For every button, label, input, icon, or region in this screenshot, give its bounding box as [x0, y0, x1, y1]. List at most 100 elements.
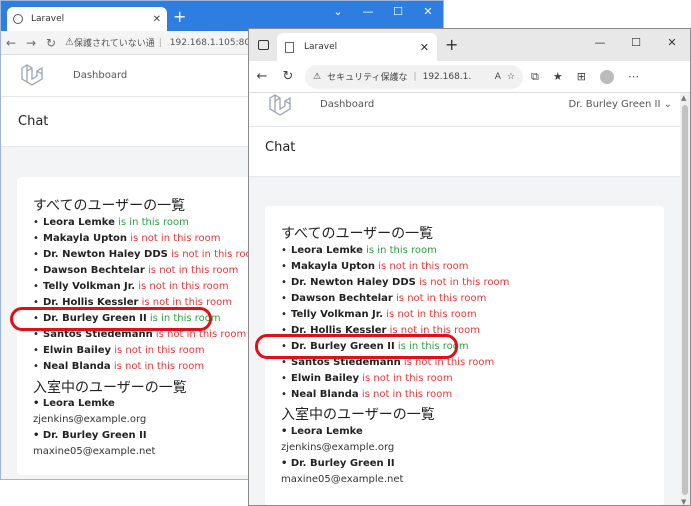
- room-status: is not in this room: [362, 373, 453, 384]
- front-url-box[interactable]: ⚠ セキュリティ保護な | 192.168.1. A ☆: [305, 64, 523, 89]
- profile-avatar[interactable]: [599, 69, 614, 84]
- user-name: Dawson Bechtelar: [43, 265, 145, 276]
- extensions-icon[interactable]: ⧉: [531, 70, 539, 84]
- add-favorite-icon[interactable]: ☆: [507, 72, 515, 82]
- read-aloud-icon[interactable]: A: [495, 72, 501, 82]
- front-app-navbar: Dashboard Dr. Burley Green II ⌄: [249, 93, 682, 127]
- dashboard-link[interactable]: Dashboard: [73, 70, 127, 81]
- front-address-bar: ← ↻ ⚠ セキュリティ保護な | 192.168.1. A ☆ ⧉ ★ ⊞ ⋯: [249, 61, 690, 93]
- vertical-scrollbar[interactable]: ▲ ▼: [680, 93, 690, 505]
- back-window-controls: ⌄ — ☐ ✕: [323, 1, 443, 23]
- page-icon: [285, 41, 294, 53]
- room-status: is in this room: [366, 245, 437, 256]
- members-heading: 入室中のユーザーの一覧: [33, 380, 187, 396]
- maximize-button[interactable]: ☐: [618, 29, 654, 57]
- user-menu-dropdown[interactable]: Dr. Burley Green II ⌄: [568, 99, 672, 110]
- user-list-item: Leora Lemke is in this room: [33, 215, 261, 231]
- chevron-down-icon[interactable]: ⌄: [323, 1, 353, 23]
- users-heading: すべてのユーザーの一覧: [33, 198, 186, 214]
- user-menu-label: Dr. Burley Green II: [568, 99, 661, 110]
- front-tab-title: Laravel: [304, 42, 338, 52]
- user-name: Elwin Bailey: [43, 345, 112, 356]
- forward-arrow-icon[interactable]: →: [21, 36, 41, 50]
- user-list-item: Makayla Upton is not in this room: [33, 231, 261, 247]
- user-list-item: Neal Blanda is not in this room: [33, 359, 261, 375]
- maximize-button[interactable]: ☐: [383, 1, 413, 23]
- user-list-item: Dawson Bechtelar is not in this room: [281, 291, 509, 307]
- room-status: is not in this room: [419, 277, 510, 288]
- reload-icon[interactable]: ↻: [41, 36, 61, 50]
- new-tab-button[interactable]: +: [445, 35, 458, 54]
- user-list-item: Elwin Bailey is not in this room: [33, 343, 261, 359]
- minimize-button[interactable]: —: [582, 29, 618, 57]
- room-status: is not in this room: [378, 261, 469, 272]
- user-list-item: Dr. Newton Haley DDS is not in this room: [281, 275, 509, 291]
- more-menu-icon[interactable]: ⋯: [628, 70, 639, 84]
- highlight-ellipse: [10, 307, 212, 331]
- member-email: maxine05@example.net: [281, 474, 404, 485]
- user-list-item: Telly Volkman Jr. is not in this room: [33, 279, 261, 295]
- reload-icon[interactable]: ↻: [275, 69, 301, 84]
- room-status: is in this room: [118, 217, 189, 228]
- warning-icon[interactable]: ⚠: [313, 72, 321, 82]
- user-name: Dr. Newton Haley DDS: [43, 249, 168, 260]
- back-insecure-label: 保護されていない通: [73, 39, 155, 49]
- user-name: Dawson Bechtelar: [291, 293, 393, 304]
- close-window-button[interactable]: ✕: [654, 29, 690, 57]
- members-list: Leora Lemke zjenkins@example.org Dr. Burle…: [33, 396, 155, 460]
- front-browser-tab[interactable]: Laravel ✕: [277, 33, 437, 61]
- favorites-icon[interactable]: ★: [553, 70, 563, 84]
- member-name: Leora Lemke: [281, 424, 403, 440]
- user-list-item: Makayla Upton is not in this room: [281, 259, 509, 275]
- room-status: is not in this room: [113, 361, 205, 372]
- tab-actions-icon[interactable]: [258, 40, 269, 50]
- room-status: is not in this room: [396, 293, 487, 304]
- user-name: Neal Blanda: [43, 361, 111, 372]
- scrollbar-thumb[interactable]: [682, 105, 688, 495]
- back-arrow-icon[interactable]: ←: [1, 36, 21, 50]
- members-list: Leora Lemke zjenkins@example.org Dr. Burle…: [281, 424, 403, 488]
- user-list-item: Dawson Bechtelar is not in this room: [33, 263, 261, 279]
- room-status: is not in this room: [114, 345, 205, 356]
- room-status: is not in this room: [361, 389, 453, 400]
- user-name: Makayla Upton: [43, 233, 128, 244]
- scroll-down-icon[interactable]: ▼: [681, 498, 686, 505]
- room-status: is not in this room: [138, 281, 229, 292]
- laravel-logo-icon[interactable]: [267, 93, 293, 119]
- member-email: maxine05@example.net: [33, 446, 156, 457]
- member-name: Dr. Burley Green II: [281, 456, 403, 472]
- page-title: Chat: [18, 114, 49, 129]
- user-list-item: Elwin Bailey is not in this room: [281, 371, 509, 387]
- close-window-button[interactable]: ✕: [413, 1, 443, 23]
- warning-icon[interactable]: ⚠: [65, 37, 74, 48]
- close-icon[interactable]: ✕: [420, 41, 429, 54]
- close-icon[interactable]: ✕: [153, 14, 161, 25]
- back-tab-title: Laravel: [31, 14, 65, 24]
- front-url-text[interactable]: 192.168.1.: [423, 72, 472, 82]
- member-name: Dr. Burley Green II: [33, 428, 155, 444]
- minimize-button[interactable]: —: [353, 1, 383, 23]
- globe-icon: [13, 14, 23, 24]
- user-list-item: Leora Lemke is in this room: [281, 243, 509, 259]
- collections-icon[interactable]: ⊞: [577, 70, 586, 84]
- new-tab-button[interactable]: +: [173, 7, 186, 26]
- back-titlebar: Laravel ✕ + ⌄ — ☐ ✕: [1, 1, 443, 31]
- members-heading: 入室中のユーザーの一覧: [281, 407, 435, 423]
- back-url-text[interactable]: 192.168.1.105:80: [170, 38, 250, 48]
- member-email: zjenkins@example.org: [281, 442, 395, 453]
- scroll-up-icon[interactable]: ▲: [681, 94, 686, 102]
- user-name: Neal Blanda: [291, 389, 359, 400]
- users-heading: すべてのユーザーの一覧: [281, 226, 434, 242]
- user-list-item: Telly Volkman Jr. is not in this room: [281, 307, 509, 323]
- back-arrow-icon[interactable]: ←: [249, 69, 275, 84]
- user-name: Leora Lemke: [291, 245, 363, 256]
- front-window-controls: — ☐ ✕: [582, 29, 690, 57]
- laravel-logo-icon[interactable]: [19, 63, 45, 89]
- users-list: Leora Lemke is in this roomMakayla Upton…: [281, 243, 509, 403]
- dashboard-link[interactable]: Dashboard: [320, 99, 374, 110]
- user-name: Makayla Upton: [291, 261, 376, 272]
- users-list: Leora Lemke is in this roomMakayla Upton…: [33, 215, 261, 375]
- back-browser-tab[interactable]: Laravel ✕: [7, 7, 167, 31]
- user-name: Leora Lemke: [43, 217, 115, 228]
- front-browser-window: Laravel ✕ + — ☐ ✕ ← ↻ ⚠ セキュリティ保護な | 192.…: [248, 28, 691, 506]
